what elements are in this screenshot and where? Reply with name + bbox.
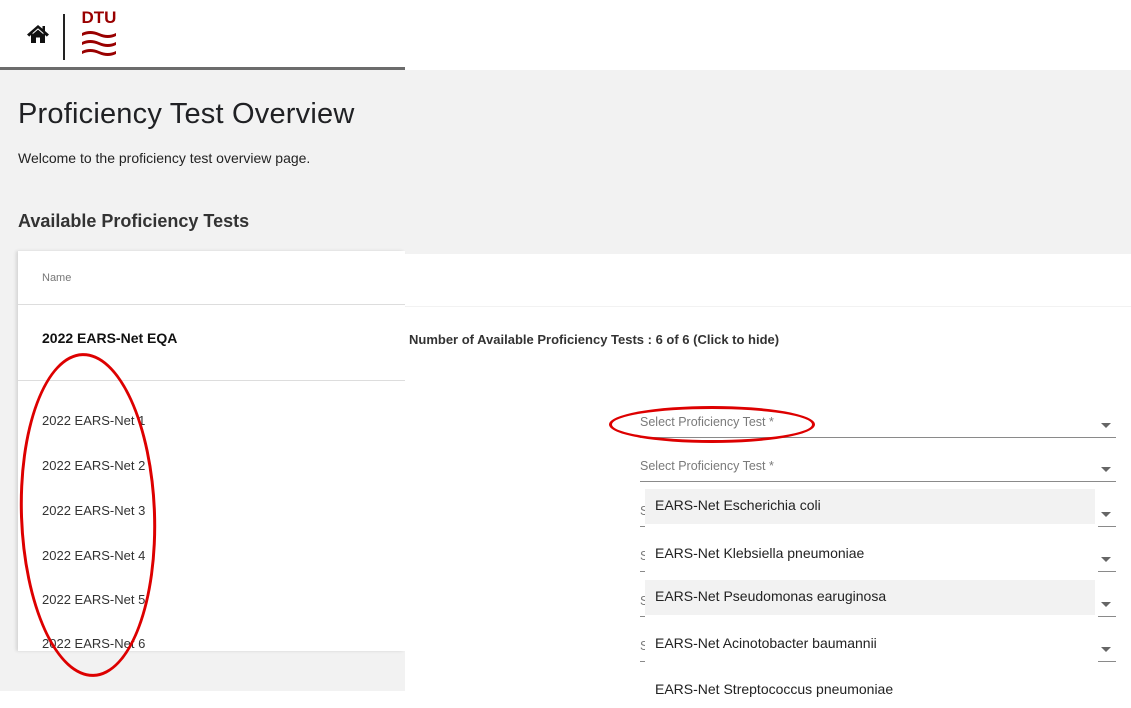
tests-table: Name 2022 EARS-Net EQA 2022 EARS-Net 1 2…: [18, 251, 405, 651]
section-title: Available Proficiency Tests: [18, 211, 250, 231]
dropdown-option[interactable]: EARS-Net Pseudomonas earuginosa: [645, 580, 1095, 615]
chevron-down-icon: [1101, 602, 1111, 607]
list-item[interactable]: 2022 EARS-Net 5: [42, 592, 145, 607]
home-icon[interactable]: [26, 22, 50, 46]
top-bar: DTU: [0, 0, 1131, 70]
dropdown-option[interactable]: EARS-Net Acinotobacter baumannii: [645, 627, 1095, 662]
divider: [18, 380, 405, 381]
proficiency-test-select[interactable]: Select Proficiency Test *: [640, 407, 1116, 438]
select-placeholder: Select Proficiency Test *: [640, 459, 774, 473]
list-item[interactable]: 2022 EARS-Net 4: [42, 548, 145, 563]
option-label: EARS-Net Streptococcus pneumoniae: [655, 681, 894, 697]
select-placeholder: Select Proficiency Test *: [640, 415, 774, 429]
group-row[interactable]: Number of Available Proficiency Tests : …: [405, 307, 1131, 383]
group-row-name[interactable]: 2022 EARS-Net EQA: [42, 330, 177, 346]
chevron-down-icon: [1101, 557, 1111, 562]
dropdown-option[interactable]: EARS-Net Klebsiella pneumoniae: [645, 537, 1095, 572]
page-title: Proficiency Test Overview: [18, 98, 355, 130]
list-item[interactable]: 2022 EARS-Net 1: [42, 413, 145, 428]
option-label: EARS-Net Acinotobacter baumannii: [655, 635, 877, 651]
list-item[interactable]: 2022 EARS-Net 2: [42, 458, 145, 473]
list-item[interactable]: 2022 EARS-Net 3: [42, 503, 145, 518]
option-label: EARS-Net Escherichia coli: [655, 497, 821, 513]
chevron-down-icon: [1101, 423, 1111, 428]
list-item[interactable]: 2022 EARS-Net 6: [42, 636, 145, 651]
chevron-down-icon: [1101, 512, 1111, 517]
logo-divider: [63, 14, 65, 60]
dropdown-options: EARS-Net Escherichia coli EARS-Net Klebs…: [645, 489, 1098, 697]
option-label: EARS-Net Pseudomonas earuginosa: [655, 588, 887, 604]
chevron-down-icon: [1101, 647, 1111, 652]
option-label: EARS-Net Klebsiella pneumoniae: [655, 545, 865, 561]
welcome-text: Welcome to the proficiency test overview…: [18, 150, 311, 166]
tests-count-toggle[interactable]: Number of Available Proficiency Tests : …: [409, 332, 779, 347]
table-header-strip: [405, 254, 1131, 306]
column-header-name[interactable]: Name: [42, 272, 71, 284]
proficiency-test-select[interactable]: Select Proficiency Test *: [640, 451, 1116, 482]
logo-text: DTU: [81, 8, 117, 27]
divider: [18, 304, 405, 305]
dtu-logo[interactable]: DTU: [79, 9, 119, 64]
chevron-down-icon: [1101, 467, 1111, 472]
dropdown-option[interactable]: EARS-Net Escherichia coli: [645, 489, 1095, 524]
dtu-logo-mark-icon: [82, 31, 116, 56]
